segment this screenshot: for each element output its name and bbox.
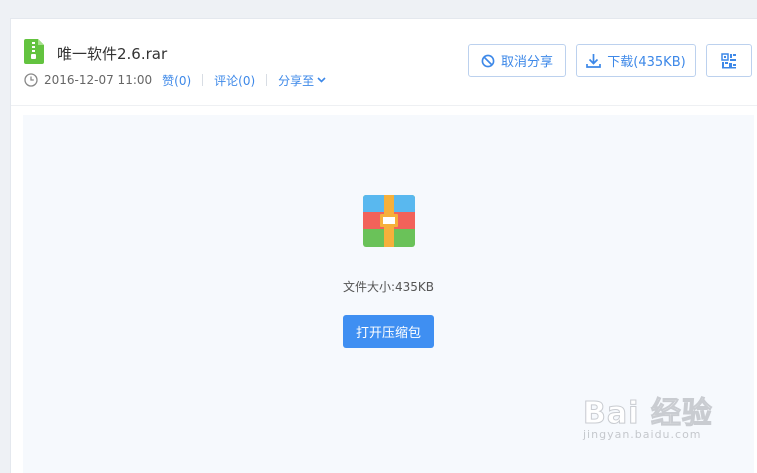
share-date: 2016-12-07 11:00 — [44, 73, 153, 87]
share-to-label: 分享至 — [278, 73, 315, 88]
ban-icon — [481, 54, 495, 67]
file-meta: 2016-12-07 11:00 赞(0) 评论(0) 分享至 — [24, 71, 326, 89]
watermark-url: jingyan.baidu.com — [583, 428, 702, 441]
open-archive-button[interactable]: 打开压缩包 — [343, 315, 434, 348]
download-button[interactable]: 下载(435KB) — [576, 44, 696, 77]
unshare-button[interactable]: 取消分享 — [468, 44, 566, 77]
baidu-jingyan-watermark: Bai 经验 jingyan.baidu.com — [583, 388, 753, 468]
divider — [266, 74, 268, 86]
qr-code-button[interactable] — [706, 44, 752, 77]
qr-code-icon — [721, 52, 736, 68]
divider — [202, 74, 204, 86]
watermark-logo: Bai 经验 — [583, 396, 713, 432]
unshare-label: 取消分享 — [500, 55, 553, 70]
like-link[interactable]: 赞(0) — [162, 72, 191, 89]
file-size-text: 文件大小:435KB — [342, 280, 435, 294]
zip-file-icon — [24, 39, 44, 64]
comment-link[interactable]: 评论(0) — [214, 72, 255, 89]
share-to-dropdown[interactable]: 分享至 — [278, 72, 326, 89]
clock-icon — [24, 73, 38, 87]
chevron-down-icon — [317, 77, 326, 83]
download-label: 下载(435KB) — [607, 55, 686, 70]
download-icon — [586, 54, 602, 68]
file-name: 唯一软件2.6.rar — [57, 45, 168, 63]
archive-icon — [363, 195, 415, 247]
file-header: 唯一软件2.6.rar 2016-12-07 11:00 赞(0) 评论(0) … — [11, 19, 757, 106]
